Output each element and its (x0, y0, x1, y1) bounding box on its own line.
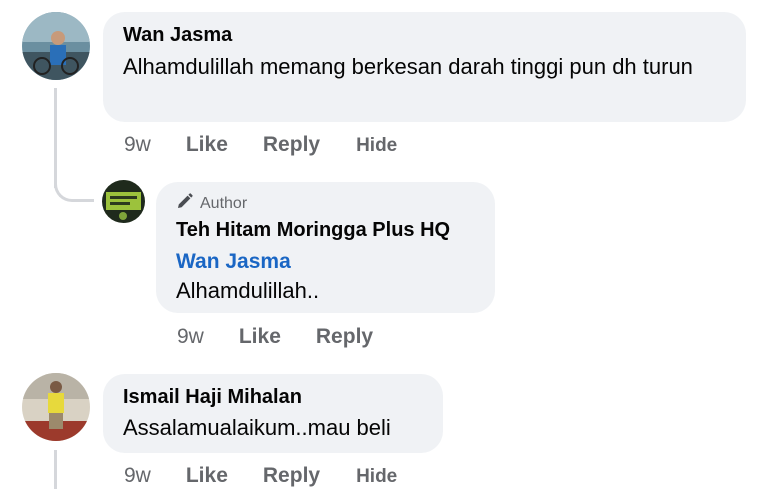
comment-actions: 9w Like Reply (177, 325, 373, 349)
page-avatar[interactable] (102, 180, 145, 223)
reply-button[interactable]: Reply (263, 464, 320, 488)
comment-time[interactable]: 9w (177, 325, 204, 349)
like-button[interactable]: Like (186, 464, 228, 488)
comment-text: Alhamdulillah memang berkesan darah ting… (123, 54, 693, 79)
comment-bubble: Wan Jasma Alhamdulillah memang berkesan … (103, 12, 746, 122)
thread-line (54, 450, 57, 489)
comment-author[interactable]: Teh Hitam Moringga Plus HQ (176, 219, 475, 242)
comment-actions: 9w Like Reply Hide (124, 464, 397, 488)
mention-link[interactable]: Wan Jasma (176, 250, 475, 274)
avatar[interactable] (22, 373, 90, 441)
hide-button[interactable]: Hide (356, 466, 397, 488)
thread-curve (54, 168, 94, 202)
hide-button[interactable]: Hide (356, 135, 397, 157)
author-badge: Author (176, 192, 475, 215)
avatar[interactable] (22, 12, 90, 80)
comment-time[interactable]: 9w (124, 464, 151, 488)
comment-author[interactable]: Wan Jasma (123, 24, 726, 47)
comment-bubble: Ismail Haji Mihalan Assalamualaikum..mau… (103, 374, 443, 453)
pencil-icon (176, 192, 194, 215)
comment-text: Assalamualaikum..mau beli (123, 415, 391, 440)
reply-bubble: Author Teh Hitam Moringga Plus HQ Wan Ja… (156, 182, 495, 313)
comment-actions: 9w Like Reply Hide (124, 133, 397, 157)
comment-time[interactable]: 9w (124, 133, 151, 157)
like-button[interactable]: Like (239, 325, 281, 349)
comment-author[interactable]: Ismail Haji Mihalan (123, 386, 423, 409)
author-badge-label: Author (200, 194, 248, 212)
like-button[interactable]: Like (186, 133, 228, 157)
reply-button[interactable]: Reply (316, 325, 373, 349)
reply-button[interactable]: Reply (263, 133, 320, 157)
comment-text: Alhamdulillah.. (176, 278, 320, 303)
